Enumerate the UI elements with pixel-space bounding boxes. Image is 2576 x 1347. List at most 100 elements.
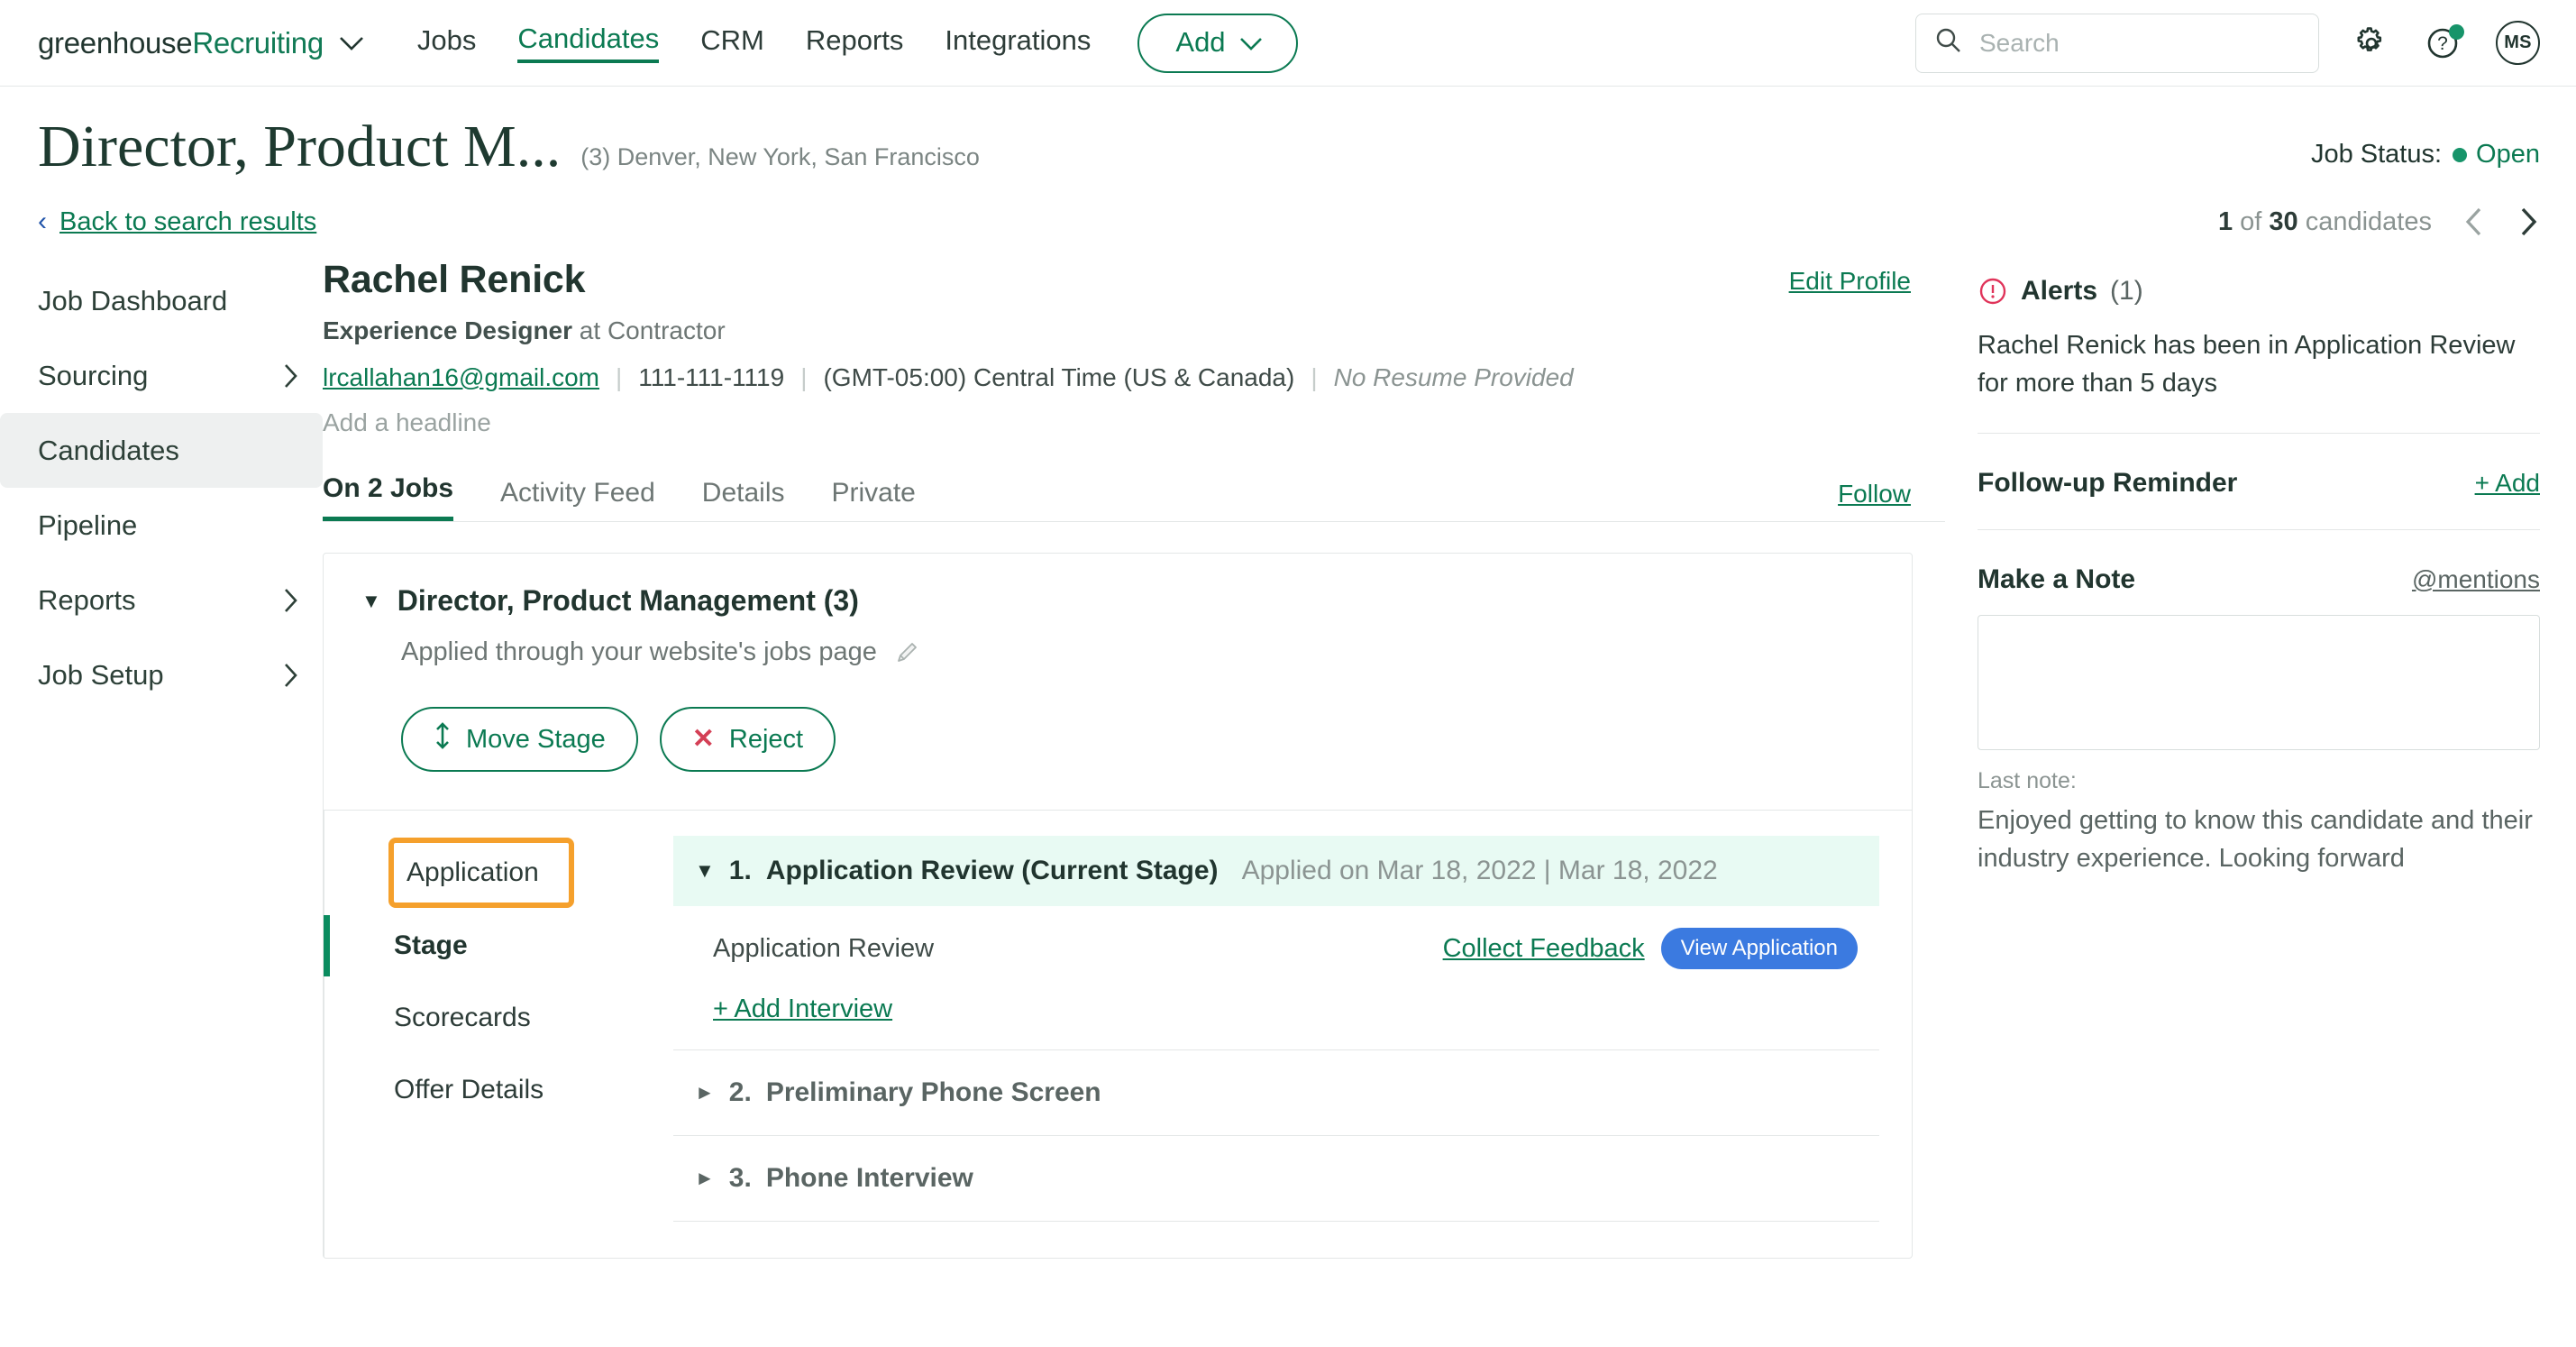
job-application-title: Director, Product Management (3) — [397, 584, 859, 617]
stage-name: Preliminary Phone Screen — [765, 1077, 1101, 1107]
right-rail: Alerts (1) Rachel Renick has been in App… — [1945, 243, 2576, 1347]
left-sidebar: Job Dashboard Sourcing Candidates Pipeli… — [0, 243, 323, 1347]
reject-label: Reject — [728, 724, 804, 754]
stage-header-phone-interview[interactable]: ► 3. Phone Interview — [673, 1136, 1879, 1221]
followup-reminder-header: Follow-up Reminder + Add — [1978, 468, 2540, 499]
nav-link-candidates[interactable]: Candidates — [517, 23, 660, 63]
brand-name-green: Recruiting — [192, 25, 324, 60]
divider — [1978, 433, 2540, 435]
stage-header-application-review[interactable]: ▼ 1. Application Review (Current Stage) … — [673, 836, 1879, 906]
svg-text:?: ? — [2437, 33, 2448, 54]
search-input[interactable] — [1979, 28, 2300, 58]
search-box[interactable] — [1915, 13, 2319, 73]
job-status-value: Open — [2476, 140, 2540, 169]
pager-text: 1 of 30 candidates — [2218, 207, 2432, 237]
stage-number: 2. — [728, 1077, 752, 1107]
note-input[interactable] — [1978, 615, 2540, 751]
move-stage-icon — [434, 721, 452, 757]
triangle-right-icon[interactable]: ► — [695, 1167, 715, 1190]
main-content: Rachel Renick Edit Profile Experience De… — [323, 243, 1945, 1347]
help-icon[interactable]: ? — [2424, 23, 2464, 63]
sidebar-item-label: Pipeline — [38, 509, 138, 541]
add-headline-field[interactable]: Add a headline — [323, 408, 1945, 437]
top-navigation-bar: greenhouseRecruiting Jobs Candidates CRM… — [0, 0, 2576, 87]
stage-name: Phone Interview — [765, 1163, 973, 1193]
application-source-row: Applied through your website's jobs page — [361, 637, 1912, 667]
candidate-role-company: at Contractor — [572, 316, 726, 344]
sub-nav-item-offer-details[interactable]: Offer Details — [324, 1054, 673, 1126]
job-application-title-row[interactable]: ▼ Director, Product Management (3) — [361, 584, 1912, 618]
sidebar-item-pipeline[interactable]: Pipeline — [0, 488, 323, 563]
sidebar-item-reports[interactable]: Reports — [0, 563, 323, 637]
pencil-edit-icon[interactable] — [893, 639, 920, 666]
sidebar-item-job-setup[interactable]: Job Setup — [0, 637, 323, 712]
sub-nav-item-stage[interactable]: Stage — [324, 910, 673, 982]
move-stage-label: Move Stage — [466, 724, 606, 754]
candidate-tabs: On 2 Jobs Activity Feed Details Private … — [323, 473, 1945, 522]
nav-link-reports[interactable]: Reports — [806, 24, 904, 61]
sidebar-item-candidates[interactable]: Candidates — [0, 413, 323, 488]
add-button-label: Add — [1175, 25, 1226, 58]
add-button[interactable]: Add — [1137, 13, 1298, 73]
move-stage-button[interactable]: Move Stage — [401, 707, 638, 772]
pager-suffix: candidates — [2305, 206, 2432, 236]
nav-link-jobs[interactable]: Jobs — [417, 24, 476, 61]
alerts-count: (1) — [2110, 276, 2143, 306]
gear-icon[interactable] — [2352, 23, 2391, 63]
add-interview-link[interactable]: + Add Interview — [673, 978, 892, 1049]
nav-link-integrations[interactable]: Integrations — [945, 24, 1091, 61]
job-application-card: ▼ Director, Product Management (3) Appli… — [323, 553, 1913, 1259]
followup-reminder-title: Follow-up Reminder — [1978, 468, 2238, 499]
next-candidate-icon[interactable] — [2517, 206, 2540, 238]
tab-activity-feed[interactable]: Activity Feed — [500, 478, 655, 521]
interview-row-application-review: Application Review Collect Feedback View… — [673, 906, 1879, 978]
stage-number: 1. — [728, 856, 752, 885]
pager-total: 30 — [2269, 206, 2298, 236]
triangle-down-icon[interactable]: ▼ — [361, 590, 381, 613]
sidebar-item-sourcing[interactable]: Sourcing — [0, 338, 323, 413]
sidebar-item-label: Job Dashboard — [38, 284, 228, 316]
stage-header-preliminary-phone-screen[interactable]: ► 2. Preliminary Phone Screen — [673, 1050, 1879, 1135]
nav-link-crm[interactable]: CRM — [700, 24, 764, 61]
sidebar-item-label: Sourcing — [38, 359, 149, 391]
chevron-right-icon — [281, 586, 299, 615]
make-a-note-title: Make a Note — [1978, 564, 2136, 595]
triangle-right-icon[interactable]: ► — [695, 1081, 715, 1104]
reject-button[interactable]: ✕ Reject — [659, 707, 836, 772]
previous-candidate-icon[interactable] — [2462, 206, 2486, 238]
sub-nav-item-scorecards[interactable]: Scorecards — [324, 982, 673, 1054]
alerts-title: Alerts — [2021, 276, 2098, 306]
page-title: Director, Product M... — [38, 114, 562, 179]
primary-nav-links: Jobs Candidates CRM Reports Integrations — [417, 23, 1091, 63]
sub-nav-label: Scorecards — [394, 1003, 531, 1032]
tab-on-2-jobs[interactable]: On 2 Jobs — [323, 473, 454, 521]
chevron-down-icon[interactable] — [338, 35, 365, 51]
sub-nav-item-application[interactable]: Application — [388, 838, 574, 908]
interview-name: Application Review — [713, 933, 935, 963]
candidate-header: Rachel Renick Edit Profile Experience De… — [323, 258, 1945, 437]
avatar[interactable]: MS — [2496, 21, 2540, 65]
interview-stage-list: ▼ 1. Application Review (Current Stage) … — [673, 811, 1912, 1258]
tab-private[interactable]: Private — [831, 478, 915, 521]
alert-icon — [1978, 276, 2008, 307]
pager-of: of — [2240, 206, 2262, 236]
edit-profile-link[interactable]: Edit Profile — [1789, 258, 1911, 296]
back-to-search-results-link[interactable]: ‹ Back to search results — [38, 207, 316, 237]
job-status: Job Status: Open — [2311, 140, 2540, 177]
add-followup-reminder-link[interactable]: + Add — [2475, 469, 2540, 498]
follow-link[interactable]: Follow — [1838, 480, 1911, 521]
sub-nav-label: Offer Details — [394, 1075, 544, 1104]
candidate-email-link[interactable]: lrcallahan16@gmail.com — [323, 363, 599, 392]
brand-logo[interactable]: greenhouseRecruiting — [38, 26, 365, 60]
sidebar-item-job-dashboard[interactable]: Job Dashboard — [0, 263, 323, 338]
stage-block-2: ► 2. Preliminary Phone Screen — [673, 1049, 1879, 1135]
mentions-link[interactable]: @mentions — [2412, 565, 2540, 594]
tab-details[interactable]: Details — [702, 478, 785, 521]
candidate-role: Experience Designer at Contractor — [323, 316, 1945, 345]
collect-feedback-link[interactable]: Collect Feedback — [1443, 934, 1645, 964]
triangle-down-icon[interactable]: ▼ — [695, 859, 715, 883]
view-application-badge[interactable]: View Application — [1660, 928, 1858, 969]
brand-name-dark: greenhouse — [38, 25, 193, 60]
sidebar-item-label: Reports — [38, 583, 136, 616]
top-nav-right-cluster: ? MS — [1915, 13, 2540, 73]
